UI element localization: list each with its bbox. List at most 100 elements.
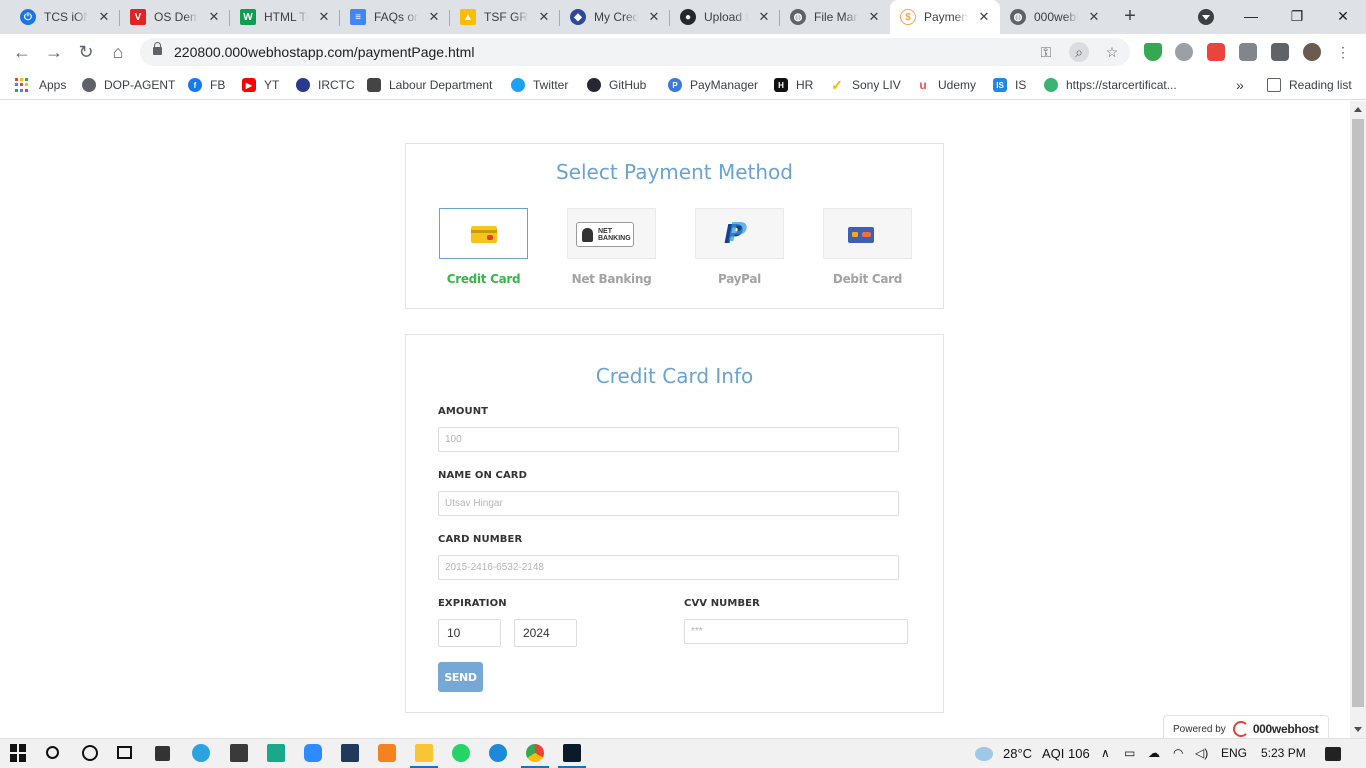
bookmark-sony-liv[interactable]: ✓ Sony LIV	[830, 76, 901, 94]
tab-file-manager[interactable]: ◍ File Man ✕	[780, 0, 890, 34]
reload-icon[interactable]: ↻	[74, 40, 98, 64]
zoom-app-icon[interactable]	[304, 744, 322, 762]
menu-icon[interactable]: ⋮	[1333, 42, 1353, 62]
credit-card-option[interactable]	[439, 208, 528, 259]
address-bar[interactable]: 220800.000webhostapp.com/paymentPage.htm…	[140, 38, 1130, 66]
adblock-shield-icon[interactable]	[1144, 43, 1162, 61]
wifi-icon[interactable]: ◠	[1173, 746, 1183, 760]
page-scrollbar[interactable]	[1350, 101, 1366, 738]
lock-icon[interactable]	[153, 42, 162, 55]
weather-icon[interactable]	[975, 747, 993, 761]
scroll-up-arrow-icon[interactable]	[1354, 107, 1362, 112]
chevron-up-icon[interactable]: ∧	[1101, 746, 1110, 760]
aqi[interactable]: AQI 106	[1042, 746, 1090, 761]
whatsapp-icon[interactable]	[452, 744, 470, 762]
bookmark-irctc[interactable]: IRCTC	[296, 76, 355, 94]
zoom-icon[interactable]: ⌕	[1069, 42, 1089, 62]
bookmark-star-icon[interactable]: ☆	[1102, 42, 1122, 62]
tab-os-demo[interactable]: V OS Dem ✕	[120, 0, 230, 34]
close-tab-icon[interactable]: ✕	[316, 9, 332, 25]
screenshot-icon[interactable]	[1207, 43, 1225, 61]
method-net-banking[interactable]: NET BANKING Net Banking	[567, 208, 656, 286]
clock[interactable]: 5:23 PM	[1261, 746, 1306, 760]
sublime-icon[interactable]	[378, 744, 396, 762]
bookmark-labour-department[interactable]: Labour Department	[367, 76, 492, 94]
debit-card-option[interactable]	[823, 208, 912, 259]
scroll-thumb[interactable]	[1352, 119, 1364, 707]
notifications-icon[interactable]	[1325, 747, 1341, 761]
bookmark-github[interactable]: GitHub	[587, 76, 646, 94]
app-icon[interactable]	[230, 744, 248, 762]
more-bookmarks-button[interactable]: »	[1236, 76, 1244, 94]
search-icon[interactable]	[46, 746, 59, 759]
tab-search-icon[interactable]	[1198, 9, 1214, 25]
method-paypal[interactable]: P PayPal	[695, 208, 784, 286]
volume-icon[interactable]: ◁)	[1195, 746, 1208, 760]
tab-html-tutorial[interactable]: W HTML Tu ✕	[230, 0, 340, 34]
tab-upload[interactable]: ● Upload f ✕	[670, 0, 780, 34]
store-icon[interactable]	[155, 746, 170, 761]
windows-start-icon[interactable]	[10, 744, 28, 762]
scroll-down-arrow-icon[interactable]	[1354, 727, 1362, 732]
cvv-input[interactable]	[684, 619, 908, 644]
net-banking-option[interactable]: NET BANKING	[567, 208, 656, 259]
tab-tsf-grip[interactable]: ▲ TSF GRIP ✕	[450, 0, 560, 34]
temperature[interactable]: 28°C	[1003, 746, 1032, 761]
bookmark-is[interactable]: IS IS	[993, 76, 1026, 94]
close-tab-icon[interactable]: ✕	[976, 9, 992, 25]
close-tab-icon[interactable]: ✕	[96, 9, 112, 25]
send-button[interactable]: SEND	[438, 662, 483, 692]
close-tab-icon[interactable]: ✕	[206, 9, 222, 25]
photos-icon[interactable]	[341, 744, 359, 762]
method-debit-card[interactable]: Debit Card	[823, 208, 912, 286]
close-tab-icon[interactable]: ✕	[646, 9, 662, 25]
expiration-year-select[interactable]: 2024	[514, 619, 577, 647]
bookmark-dop-agent[interactable]: DOP-AGENT	[82, 76, 175, 94]
reading-list-button[interactable]: Reading list	[1267, 76, 1352, 94]
bookmark-twitter[interactable]: Twitter	[511, 76, 568, 94]
language[interactable]: ENG	[1221, 746, 1247, 760]
bookmark-fb[interactable]: f FB	[188, 76, 225, 94]
method-credit-card[interactable]: Credit Card	[439, 208, 528, 286]
close-tab-icon[interactable]: ✕	[756, 9, 772, 25]
bookmark-paymanager[interactable]: P PayManager	[668, 76, 758, 94]
cloud-icon[interactable]: ☁	[1148, 746, 1160, 760]
tab-payment[interactable]: $ Payment ✕	[890, 0, 1000, 34]
close-tab-icon[interactable]: ✕	[426, 9, 442, 25]
restore-icon[interactable]: ❐	[1274, 4, 1320, 28]
bookmark-yt[interactable]: ▶ YT	[242, 76, 279, 94]
key-icon[interactable]: ⚿	[1036, 42, 1056, 62]
close-window-icon[interactable]: ✕	[1320, 4, 1366, 28]
paypal-option[interactable]: P	[695, 208, 784, 259]
tab-faqs[interactable]: ≡ FAQs on ✕	[340, 0, 450, 34]
bookmark-starcertificate[interactable]: https://starcertificat...	[1044, 76, 1177, 94]
card-number-input[interactable]	[438, 555, 899, 580]
battery-icon[interactable]: ▭	[1124, 746, 1135, 760]
tab-tcs-ion[interactable]: ⏻ TCS iON ✕	[10, 0, 120, 34]
bookmark-hr[interactable]: H HR	[774, 76, 813, 94]
copy-extension-icon[interactable]	[1239, 43, 1257, 61]
powered-by-badge[interactable]: Powered by 000webhost	[1163, 715, 1329, 738]
extension-icon[interactable]	[1175, 43, 1193, 61]
url-text[interactable]: 220800.000webhostapp.com/paymentPage.htm…	[174, 44, 474, 60]
minimize-icon[interactable]: —	[1228, 4, 1274, 28]
photoshop-icon[interactable]	[563, 744, 581, 762]
tab-000webhost[interactable]: ◍ 000webh ✕	[1000, 0, 1110, 34]
amount-input[interactable]	[438, 427, 899, 452]
forward-icon[interactable]: →	[42, 40, 66, 64]
name-on-card-input[interactable]	[438, 491, 899, 516]
close-tab-icon[interactable]: ✕	[536, 9, 552, 25]
task-view-icon[interactable]	[117, 746, 132, 759]
home-icon[interactable]: ⌂	[106, 40, 130, 64]
telegram-icon[interactable]	[192, 744, 210, 762]
back-icon[interactable]: ←	[10, 40, 34, 64]
close-tab-icon[interactable]: ✕	[866, 9, 882, 25]
tab-my-credentials[interactable]: ◆ My Cred ✕	[560, 0, 670, 34]
avatar[interactable]	[1303, 43, 1321, 61]
expiration-month-select[interactable]: 10	[438, 619, 501, 647]
sheets-icon[interactable]	[267, 744, 285, 762]
cortana-icon[interactable]	[82, 745, 98, 761]
puzzle-icon[interactable]	[1271, 43, 1289, 61]
bookmark-udemy[interactable]: u Udemy	[916, 76, 976, 94]
close-tab-icon[interactable]: ✕	[1086, 9, 1102, 25]
